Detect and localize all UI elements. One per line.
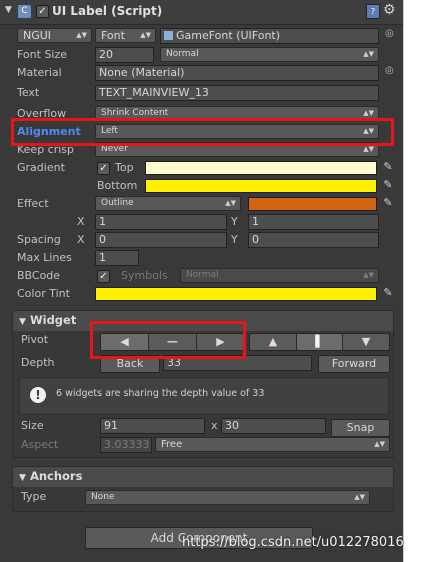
pivot-label: Pivot bbox=[21, 333, 49, 346]
aspect-field: 3.03333 bbox=[100, 437, 152, 453]
effect-popup[interactable]: Outline ▲▼ bbox=[95, 196, 241, 211]
object-picker-icon[interactable]: ◎ bbox=[385, 28, 394, 39]
size-x-label: x bbox=[211, 419, 218, 432]
font-size-label: Font Size bbox=[17, 48, 68, 61]
gradient-label: Gradient bbox=[17, 161, 65, 174]
font-type-value: NGUI bbox=[23, 29, 52, 42]
symbols-popup[interactable]: Normal ▲▼ bbox=[180, 268, 379, 283]
anchors-type-value: None bbox=[91, 492, 115, 502]
symbols-label: Symbols bbox=[121, 269, 168, 282]
color-tint-swatch[interactable] bbox=[95, 287, 377, 301]
effect-x-field[interactable]: 1 bbox=[95, 214, 227, 230]
material-picker-icon[interactable]: ◎ bbox=[385, 65, 394, 76]
font-size-field[interactable]: 20 bbox=[95, 47, 154, 63]
gradient-bottom-label: Bottom bbox=[97, 179, 138, 192]
size-width-field[interactable]: 91 bbox=[100, 418, 205, 434]
anchors-section-body: Type None ▲▼ bbox=[12, 487, 394, 512]
inspector-scrollbar[interactable] bbox=[403, 0, 427, 562]
spacing-x-label: X bbox=[77, 233, 85, 246]
effect-y-label: Y bbox=[231, 215, 238, 228]
inspector-panel: ▼ C ✓ UI Label (Script) ? ⚙ NGUI ▲▼ Font ▲… bbox=[0, 0, 403, 562]
aspect-mode-popup[interactable]: Free ▲▼ bbox=[155, 437, 390, 452]
depth-label: Depth bbox=[21, 356, 55, 369]
anchors-type-popup[interactable]: None ▲▼ bbox=[85, 490, 370, 505]
foldout-triangle-icon: ▼ bbox=[19, 473, 26, 483]
gradient-checkbox[interactable]: ✓ bbox=[97, 162, 110, 175]
effect-y-field[interactable]: 1 bbox=[248, 214, 379, 230]
material-label: Material bbox=[17, 66, 62, 79]
depth-forward-button[interactable]: Forward bbox=[318, 355, 390, 373]
info-icon: ! bbox=[30, 387, 46, 403]
overflow-value: Shrink Content bbox=[101, 108, 169, 118]
font-kind-popup[interactable]: Font ▲▼ bbox=[95, 28, 156, 43]
size-height-field[interactable]: 30 bbox=[221, 418, 326, 434]
effect-color[interactable] bbox=[248, 197, 377, 211]
pivot-top-button[interactable]: ▲ bbox=[250, 334, 297, 350]
effect-x-label: X bbox=[77, 215, 85, 228]
font-asset-icon bbox=[164, 31, 173, 40]
eyedropper-icon[interactable]: ✎ bbox=[382, 287, 394, 299]
anchors-section-header[interactable]: ▼ Anchors bbox=[12, 466, 394, 488]
pivot-vertical-group: ▲ ▌ ▼ bbox=[249, 333, 390, 351]
script-icon: C bbox=[17, 4, 32, 19]
max-lines-label: Max Lines bbox=[17, 251, 72, 264]
foldout-triangle-icon: ▼ bbox=[19, 317, 26, 327]
spacing-y-field[interactable]: 0 bbox=[248, 232, 379, 248]
font-asset-field[interactable]: GameFont (UIFont) bbox=[160, 28, 379, 44]
color-tint-label: Color Tint bbox=[17, 287, 70, 300]
foldout-triangle-icon[interactable]: ▼ bbox=[5, 5, 12, 15]
aspect-label: Aspect bbox=[21, 438, 59, 451]
bbcode-label: BBCode bbox=[17, 269, 61, 282]
size-label: Size bbox=[21, 419, 44, 432]
anchors-section-title: Anchors bbox=[29, 469, 83, 483]
eyedropper-icon[interactable]: ✎ bbox=[382, 161, 394, 173]
font-type-popup[interactable]: NGUI ▲▼ bbox=[17, 28, 92, 43]
gradient-bottom-color[interactable] bbox=[145, 179, 377, 193]
max-lines-field[interactable]: 1 bbox=[95, 250, 139, 266]
symbols-value: Normal bbox=[186, 270, 219, 280]
watermark-text: https://blog.csdn.net/u012278016 bbox=[182, 535, 404, 550]
component-title: UI Label (Script) bbox=[52, 4, 163, 18]
alignment-highlight-box bbox=[11, 118, 394, 146]
spacing-label: Spacing bbox=[17, 233, 61, 246]
pivot-middle-button[interactable]: ▌ bbox=[297, 334, 343, 350]
font-style-popup[interactable]: Normal ▲▼ bbox=[160, 47, 379, 62]
font-asset-value: GameFont (UIFont) bbox=[176, 29, 281, 42]
pivot-bottom-button[interactable]: ▼ bbox=[343, 334, 389, 350]
aspect-mode-value: Free bbox=[161, 439, 183, 450]
snap-button[interactable]: Snap bbox=[331, 419, 390, 437]
depth-warning-text: 6 widgets are sharing the depth value of… bbox=[56, 388, 265, 399]
eyedropper-icon[interactable]: ✎ bbox=[382, 197, 394, 209]
depth-warning-box: ! 6 widgets are sharing the depth value … bbox=[19, 377, 389, 415]
component-header: ▼ C ✓ UI Label (Script) ? ⚙ bbox=[0, 0, 403, 25]
pivot-highlight-box bbox=[90, 321, 246, 359]
eyedropper-icon[interactable]: ✎ bbox=[382, 179, 394, 191]
font-kind-value: Font bbox=[101, 29, 125, 42]
widget-section-title: Widget bbox=[29, 313, 77, 327]
material-field[interactable]: None (Material) bbox=[95, 65, 379, 81]
text-field[interactable]: TEXT_MAINVIEW_13 bbox=[95, 85, 379, 101]
bbcode-checkbox[interactable]: ✓ bbox=[97, 270, 110, 283]
text-label: Text bbox=[17, 86, 40, 99]
anchors-type-label: Type bbox=[21, 490, 47, 503]
effect-value: Outline bbox=[101, 198, 134, 208]
font-style-value: Normal bbox=[166, 49, 199, 59]
spacing-x-field[interactable]: 0 bbox=[95, 232, 227, 248]
gradient-top-label: Top bbox=[115, 161, 134, 174]
gradient-top-color[interactable] bbox=[145, 161, 377, 175]
book-icon[interactable]: ? bbox=[366, 4, 380, 19]
effect-label: Effect bbox=[17, 197, 49, 210]
component-enabled-checkbox[interactable]: ✓ bbox=[36, 5, 49, 18]
gear-icon[interactable]: ⚙ bbox=[383, 2, 396, 18]
spacing-y-label: Y bbox=[231, 233, 238, 246]
